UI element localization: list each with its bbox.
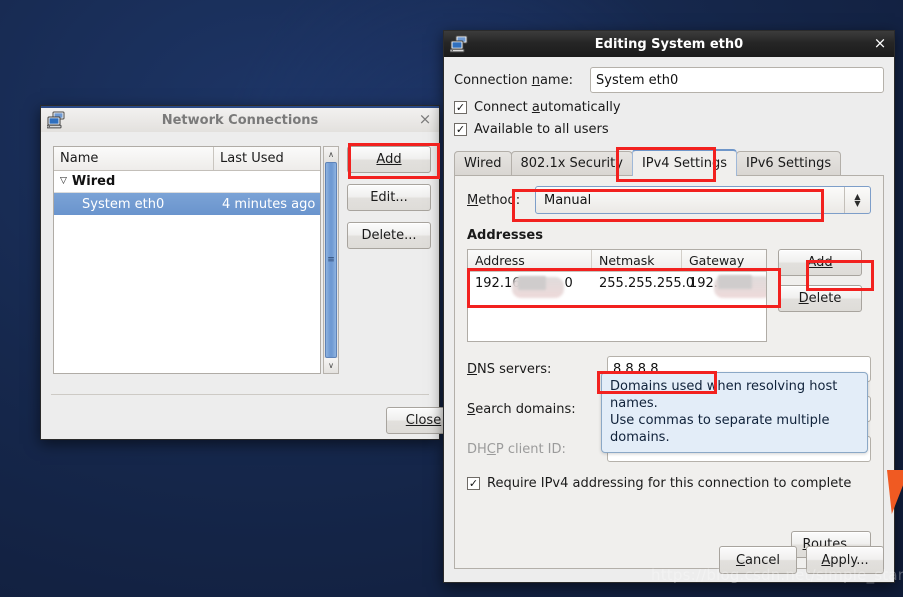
address-value-suffix: 0 [564, 276, 573, 291]
cell-gateway[interactable]: 192. [682, 275, 766, 298]
scroll-down-icon[interactable]: ∨ [324, 358, 338, 373]
network-connections-titlebar[interactable]: Network Connections × [41, 106, 439, 132]
edit-connection-button[interactable]: Edit... [347, 184, 431, 211]
connections-list-header: Name Last Used [54, 147, 320, 171]
apply-button[interactable]: Apply... [806, 546, 884, 574]
settings-tabbar: Wired 802.1x Security IPv4 Settings IPv6… [454, 149, 884, 176]
list-item[interactable]: System eth0 4 minutes ago [54, 193, 320, 215]
cell-address[interactable]: 192.16 0 [468, 276, 592, 298]
connection-name-input[interactable]: System eth0 [590, 67, 884, 93]
close-icon[interactable]: × [872, 36, 888, 52]
connections-list[interactable]: Name Last Used ▽ Wired System eth0 4 min… [53, 146, 321, 374]
table-row[interactable]: 192.16 0 255.255.255.0 192. [468, 272, 766, 298]
add-connection-button[interactable]: Add [347, 146, 431, 173]
network-computer-icon [449, 35, 470, 53]
edit-connection-titlebar[interactable]: Editing System eth0 × [444, 31, 894, 57]
tooltip-line-1: Domains used when resolving host names. [610, 379, 838, 412]
network-connections-body: Name Last Used ▽ Wired System eth0 4 min… [41, 132, 461, 439]
available-all-users-row[interactable]: ✓ Available to all users [454, 122, 884, 137]
available-all-users-label: Available to all users [474, 122, 609, 137]
tab-8021x-security[interactable]: 802.1x Security [510, 151, 633, 175]
method-label: Method: [467, 192, 521, 208]
require-ipv4-row[interactable]: ✓ Require IPv4 addressing for this conne… [467, 476, 871, 491]
search-domains-label: Search domains: [467, 401, 576, 417]
method-select[interactable]: Manual ▲ ▼ [535, 186, 871, 214]
require-ipv4-checkbox[interactable]: ✓ [467, 477, 480, 490]
chevron-down-icon[interactable]: ▽ [60, 177, 67, 186]
chevron-updown-icon[interactable]: ▲ ▼ [844, 187, 870, 213]
column-header-name[interactable]: Name [54, 147, 214, 170]
connections-actions: Add Edit... Delete... [347, 146, 431, 260]
addresses-actions: Add Delete [778, 249, 862, 342]
method-row: Method: Manual ▲ ▼ [467, 186, 871, 214]
connect-automatically-row[interactable]: ✓ Connect automatically [454, 100, 884, 115]
column-header-gateway[interactable]: Gateway [682, 250, 766, 271]
network-connections-window: Network Connections × Name Last Used ▽ W… [40, 105, 461, 440]
tab-wired[interactable]: Wired [454, 151, 512, 175]
connections-scrollbar[interactable]: ∧ ≡ ∨ [323, 146, 339, 374]
edit-connection-body: Connection name: System eth0 ✓ Connect a… [444, 57, 894, 582]
column-header-last-used[interactable]: Last Used [214, 147, 320, 170]
connection-last-used: 4 minutes ago [222, 196, 316, 212]
delete-connection-button[interactable]: Delete... [347, 222, 431, 249]
tab-ipv6-settings[interactable]: IPv6 Settings [736, 151, 842, 175]
column-header-netmask[interactable]: Netmask [592, 250, 682, 271]
addresses-section-title: Addresses [467, 228, 543, 243]
connection-name-label: Connection name: [454, 72, 573, 88]
dns-servers-label: DNS servers: [467, 361, 552, 377]
cancel-label: Cancel [735, 552, 781, 568]
edit-connection-window: Editing System eth0 × Connection name: S… [443, 30, 895, 583]
gateway-redaction-block [718, 275, 752, 289]
network-computer-icon [46, 111, 67, 129]
ipv4-settings-panel: Method: Manual ▲ ▼ Addresses Address Net… [454, 175, 884, 569]
connection-name-value: System eth0 [596, 72, 679, 88]
close-icon[interactable]: × [417, 112, 433, 128]
dhcp-client-id-label: DHCP client ID: [467, 441, 566, 457]
cancel-button[interactable]: Cancel [719, 546, 797, 574]
apply-label: Apply... [821, 552, 869, 568]
divider [51, 394, 429, 395]
network-connections-title: Network Connections [161, 112, 319, 128]
addresses-table[interactable]: Address Netmask Gateway 192.16 0 255.255… [467, 249, 767, 342]
tooltip-line-2: Use commas to separate multiple domains. [610, 413, 830, 446]
list-group-wired[interactable]: ▽ Wired [54, 171, 320, 193]
require-ipv4-label: Require IPv4 addressing for this connect… [487, 476, 852, 491]
address-redaction-block [518, 276, 546, 290]
add-address-button[interactable]: Add [778, 249, 862, 276]
connection-name-row: Connection name: System eth0 [454, 67, 884, 93]
edit-connection-title: Editing System eth0 [594, 36, 744, 52]
scrollbar-thumb[interactable]: ≡ [325, 162, 337, 358]
delete-address-label: Delete [798, 291, 842, 306]
group-label: Wired [71, 174, 116, 189]
cell-netmask[interactable]: 255.255.255.0 [592, 276, 694, 291]
tab-ipv4-settings[interactable]: IPv4 Settings [631, 149, 738, 176]
delete-address-button[interactable]: Delete [778, 285, 862, 312]
method-value: Manual [544, 192, 592, 208]
connect-automatically-checkbox[interactable]: ✓ [454, 101, 467, 114]
search-domains-tooltip: Domains used when resolving host names. … [601, 372, 868, 453]
column-header-address[interactable]: Address [468, 250, 592, 271]
addresses-area: Address Netmask Gateway 192.16 0 255.255… [467, 249, 871, 342]
scrollbar-track[interactable]: ≡ [324, 162, 338, 358]
connection-name: System eth0 [82, 196, 165, 212]
connect-automatically-label: Connect automatically [474, 100, 621, 115]
dialog-actions: Cancel Apply... [719, 546, 884, 574]
available-all-users-checkbox[interactable]: ✓ [454, 123, 467, 136]
scroll-up-icon[interactable]: ∧ [324, 147, 338, 162]
addresses-table-header: Address Netmask Gateway [468, 250, 766, 272]
